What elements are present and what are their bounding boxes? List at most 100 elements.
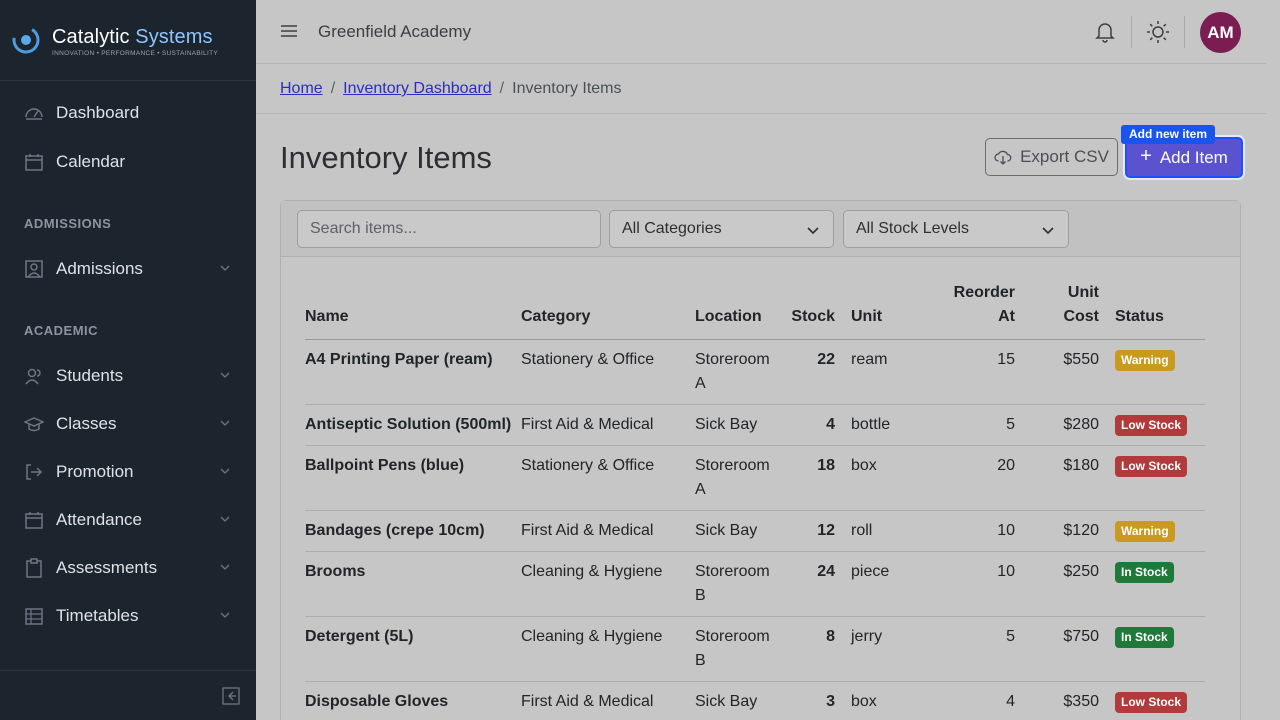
item-name-cell: Disposable Gloves — [305, 681, 521, 720]
unit-cell: jerry — [851, 616, 941, 682]
unit-cell: roll — [851, 510, 941, 552]
filters-bar: All Categories All Stock Levels — [281, 201, 1240, 257]
header-line: Cost — [1063, 308, 1099, 325]
breadcrumb-home-link[interactable]: Home — [280, 80, 323, 98]
column-header-unit-cost[interactable]: Unit Cost — [1023, 281, 1107, 340]
stock-cell: 3 — [791, 681, 851, 720]
header-line: At — [998, 308, 1015, 325]
inventory-table: Name Category Location Stock Unit Reorde… — [305, 281, 1205, 720]
reorder-at-cell: 5 — [941, 404, 1023, 446]
calendar-icon — [25, 154, 43, 171]
column-header-unit[interactable]: Unit — [851, 281, 941, 340]
location-cell: Sick Bay — [695, 404, 791, 446]
breadcrumb-inventory-dashboard-link[interactable]: Inventory Dashboard — [343, 80, 492, 98]
plus-icon: + — [1140, 145, 1152, 167]
location-cell: Storeroom A — [695, 445, 791, 511]
category-cell: First Aid & Medical — [521, 681, 695, 720]
status-badge: Low Stock — [1115, 456, 1188, 477]
status-badge: Warning — [1115, 521, 1175, 542]
item-name-cell: Bandages (crepe 10cm) — [305, 510, 521, 552]
sidebar-item-label: Calendar — [56, 152, 125, 171]
menu-icon[interactable] — [280, 22, 298, 40]
location-cell: Sick Bay — [695, 510, 791, 552]
avatar[interactable]: AM — [1200, 12, 1241, 53]
export-csv-label: Export CSV — [1020, 147, 1109, 166]
status-badge: Low Stock — [1115, 692, 1188, 713]
sidebar-item-promotion[interactable]: Promotion — [0, 452, 256, 492]
sidebar-item-assessments[interactable]: Assessments — [0, 548, 256, 588]
item-name-cell: Ballpoint Pens (blue) — [305, 445, 521, 511]
chevron-down-icon — [220, 564, 230, 570]
unit-cost-cell: $350 — [1023, 681, 1107, 720]
stock-cell: 18 — [791, 445, 851, 511]
add-item-tooltip: Add new item — [1121, 125, 1216, 144]
unit-cost-cell: $250 — [1023, 551, 1107, 617]
stock-cell: 22 — [791, 339, 851, 405]
sidebar-item-label: Students — [56, 366, 124, 385]
chevron-down-icon — [220, 372, 230, 378]
sidebar-item-calendar[interactable]: Calendar — [0, 142, 256, 182]
header-line: Unit — [1067, 284, 1099, 301]
sidebar-item-attendance[interactable]: Attendance — [0, 500, 256, 540]
table-row[interactable]: Ballpoint Pens (blue) Stationery & Office… — [305, 445, 1205, 511]
sidebar-item-dashboard[interactable]: Dashboard — [0, 93, 256, 133]
admissions-icon — [25, 260, 43, 278]
chevron-down-icon — [220, 516, 230, 522]
brand[interactable]: Catalytic Systems INNOVATION • PERFORMAN… — [0, 0, 256, 81]
status-badge: In Stock — [1115, 562, 1174, 583]
stock-level-select[interactable]: All Stock Levels — [843, 210, 1069, 248]
collapse-sidebar-icon[interactable] — [222, 687, 240, 705]
unit-cost-cell: $280 — [1023, 404, 1107, 446]
status-cell: In Stock — [1107, 616, 1205, 682]
students-icon — [25, 368, 41, 385]
category-cell: First Aid & Medical — [521, 404, 695, 446]
unit-cell: box — [851, 445, 941, 511]
table-row[interactable]: Disposable Gloves First Aid & Medical Sick… — [305, 681, 1205, 720]
table-row[interactable]: Detergent (5L) Cleaning & Hygiene Storeroo… — [305, 616, 1205, 682]
section-title-admissions: ADMISSIONS — [24, 216, 112, 231]
export-csv-button[interactable]: Export CSV — [985, 138, 1118, 176]
dashboard-icon — [25, 108, 43, 120]
column-header-status[interactable]: Status — [1107, 281, 1205, 340]
add-item-label: Add Item — [1159, 147, 1228, 167]
item-name-cell: A4 Printing Paper (ream) — [305, 339, 521, 405]
promotion-icon — [26, 464, 43, 480]
unit-cell: piece — [851, 551, 941, 617]
column-header-name[interactable]: Name — [305, 281, 521, 340]
column-header-category[interactable]: Category — [521, 281, 695, 340]
stock-cell: 4 — [791, 404, 851, 446]
sidebar-item-label: Classes — [56, 414, 117, 433]
column-header-reorder-at[interactable]: Reorder At — [941, 281, 1023, 340]
sidebar-item-timetables[interactable]: Timetables — [0, 596, 256, 636]
location-cell: Storeroom B — [695, 551, 791, 617]
sidebar-item-classes[interactable]: Classes — [0, 404, 256, 444]
category-cell: Stationery & Office — [521, 445, 695, 511]
column-header-stock[interactable]: Stock — [791, 281, 851, 340]
column-header-location[interactable]: Location — [695, 281, 791, 340]
table-body: A4 Printing Paper (ream) Stationery & Off… — [305, 339, 1205, 720]
sidebar-item-label: Timetables — [56, 606, 139, 625]
unit-cell: ream — [851, 339, 941, 405]
theme-toggle-icon[interactable] — [1146, 20, 1170, 44]
status-cell: Warning — [1107, 510, 1205, 552]
table-row[interactable]: A4 Printing Paper (ream) Stationery & Off… — [305, 339, 1205, 405]
category-select[interactable]: All Categories — [609, 210, 834, 248]
unit-cost-cell: $550 — [1023, 339, 1107, 405]
logo-icon — [12, 26, 40, 54]
inventory-card: All Categories All Stock Levels Name Cat… — [280, 200, 1241, 720]
sidebar-item-label: Assessments — [56, 558, 158, 577]
table-row[interactable]: Bandages (crepe 10cm) First Aid & Medical… — [305, 510, 1205, 552]
breadcrumb-separator: / — [330, 80, 336, 97]
sidebar-item-admissions[interactable]: Admissions — [0, 249, 256, 289]
reorder-at-cell: 15 — [941, 339, 1023, 405]
search-input[interactable] — [297, 210, 601, 248]
table-row[interactable]: Brooms Cleaning & Hygiene Storeroom B 24 pie… — [305, 551, 1205, 617]
sidebar-item-students[interactable]: Students — [0, 356, 256, 396]
status-badge: Low Stock — [1115, 415, 1188, 436]
chevron-down-icon — [220, 420, 230, 426]
brand-name: Catalytic Systems — [52, 26, 213, 48]
table-row[interactable]: Antiseptic Solution (500ml) First Aid & M… — [305, 404, 1205, 446]
school-name: Greenfield Academy — [318, 22, 472, 41]
status-cell: Low Stock — [1107, 681, 1205, 720]
bell-icon[interactable] — [1094, 21, 1116, 43]
